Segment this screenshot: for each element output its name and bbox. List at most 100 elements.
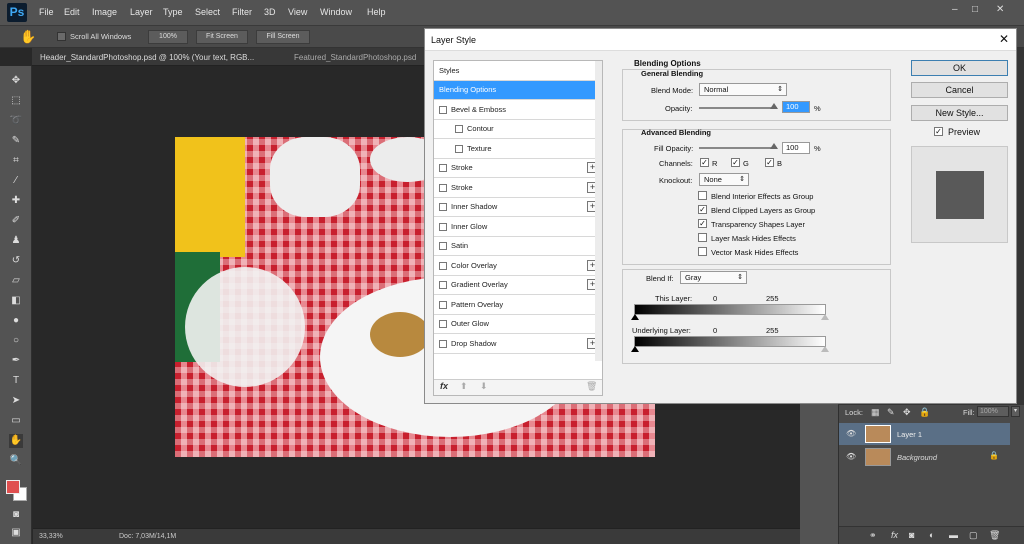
crop-tool-icon[interactable]: ⌗ xyxy=(9,154,23,168)
eyedropper-tool-icon[interactable]: ⁄ xyxy=(9,174,23,188)
menu-edit[interactable]: Edit xyxy=(64,7,80,17)
style-row-gradient-overlay[interactable]: Gradient Overlay + xyxy=(434,276,602,295)
brush-tool-icon[interactable]: ✐ xyxy=(9,214,23,228)
style-row-satin[interactable]: Satin xyxy=(434,237,602,256)
blend-mode-select[interactable]: Normal ⇕ xyxy=(699,83,787,96)
style-row-inner-shadow[interactable]: Inner Shadow + xyxy=(434,198,602,217)
style-row-drop-shadow[interactable]: Drop Shadow + xyxy=(434,335,602,354)
menu-layer[interactable]: Layer xyxy=(130,7,153,17)
quick-mask-icon[interactable]: ◙ xyxy=(9,508,23,522)
style-row-blending-options[interactable]: Blending Options xyxy=(434,81,602,100)
style-row-stroke[interactable]: Stroke + xyxy=(434,159,602,178)
screen-mode-icon[interactable]: ▣ xyxy=(9,526,23,540)
fill-opacity-slider-handle[interactable] xyxy=(770,143,778,149)
foreground-color-swatch[interactable] xyxy=(6,480,20,494)
menu-view[interactable]: View xyxy=(288,7,307,17)
fill-dropdown-icon[interactable]: ▾ xyxy=(1011,406,1020,417)
stamp-tool-icon[interactable]: ♟ xyxy=(9,234,23,248)
style-row-contour[interactable]: Contour xyxy=(434,120,602,139)
fit-screen-button[interactable]: Fit Screen xyxy=(196,30,248,44)
style-checkbox[interactable] xyxy=(439,300,447,309)
style-row-stroke[interactable]: Stroke + xyxy=(434,179,602,198)
style-checkbox[interactable] xyxy=(439,242,447,250)
preview-checkbox[interactable]: ✓ xyxy=(934,127,943,136)
add-mask-icon[interactable]: ◙ xyxy=(909,530,914,540)
advanced-option-checkbox[interactable] xyxy=(698,247,707,256)
style-row-bevel-emboss[interactable]: Bevel & Emboss xyxy=(434,101,602,120)
cancel-button[interactable]: Cancel xyxy=(911,82,1008,98)
adjustment-layer-icon[interactable]: ◐ xyxy=(929,530,934,540)
type-tool-icon[interactable]: T xyxy=(9,374,23,388)
style-checkbox[interactable] xyxy=(439,222,447,231)
menu-select[interactable]: Select xyxy=(195,7,220,17)
styles-header[interactable]: Styles xyxy=(434,61,602,81)
dialog-close-icon[interactable]: ✕ xyxy=(999,32,1009,46)
fx-icon[interactable]: fx xyxy=(440,381,448,391)
lock-position-icon[interactable]: ✥ xyxy=(903,407,911,418)
zoom-100-button[interactable]: 100% xyxy=(148,30,188,44)
lock-transparent-icon[interactable]: ▦ xyxy=(871,407,880,418)
opacity-input[interactable]: 100 xyxy=(782,101,810,113)
this-layer-white-handle[interactable] xyxy=(821,314,829,320)
layer-row-2[interactable]: 👁 Background 🔒 xyxy=(839,446,1010,468)
fill-screen-button[interactable]: Fill Screen xyxy=(256,30,310,44)
advanced-option-checkbox[interactable]: ✓ xyxy=(698,205,707,214)
add-style-icon[interactable]: fx xyxy=(891,530,898,540)
tab-featured-psd[interactable]: Featured_StandardPhotoshop.psd xyxy=(294,53,416,62)
style-checkbox[interactable] xyxy=(439,203,447,211)
channel-r-checkbox[interactable]: ✓ xyxy=(700,158,709,167)
history-brush-tool-icon[interactable]: ↺ xyxy=(9,254,23,268)
marquee-tool-icon[interactable]: ⬚ xyxy=(9,94,23,108)
maximize-button[interactable]: □ xyxy=(972,4,978,15)
style-row-color-overlay[interactable]: Color Overlay + xyxy=(434,257,602,276)
menu-image[interactable]: Image xyxy=(92,7,117,17)
move-up-icon[interactable]: ⬆ xyxy=(460,381,468,392)
rectangle-tool-icon[interactable]: ▭ xyxy=(9,414,23,428)
new-style-button[interactable]: New Style... xyxy=(911,105,1008,121)
style-checkbox[interactable] xyxy=(455,144,463,153)
close-window-button[interactable]: ✕ xyxy=(996,4,1004,15)
healing-tool-icon[interactable]: ✚ xyxy=(9,194,23,208)
menu-type[interactable]: Type xyxy=(163,7,183,17)
menu-filter[interactable]: Filter xyxy=(232,7,252,17)
menu-3d[interactable]: 3D xyxy=(264,7,276,17)
advanced-option-checkbox[interactable] xyxy=(698,233,707,242)
opacity-slider-handle[interactable] xyxy=(770,103,778,109)
layer-name[interactable]: Layer 1 xyxy=(897,430,922,439)
paint-bucket-tool-icon[interactable]: ◧ xyxy=(9,294,23,308)
delete-layer-icon[interactable]: 🗑 xyxy=(989,530,1000,541)
hand-tool-icon[interactable]: ✋ xyxy=(9,434,23,448)
trash-icon[interactable]: 🗑 xyxy=(586,381,597,392)
this-layer-black-handle[interactable] xyxy=(631,314,639,320)
advanced-option-checkbox[interactable] xyxy=(698,191,707,200)
style-checkbox[interactable] xyxy=(439,261,447,270)
underlying-black-handle[interactable] xyxy=(631,346,639,352)
layer-row-1[interactable]: 👁 Layer 1 xyxy=(839,423,1010,445)
channel-g-checkbox[interactable]: ✓ xyxy=(731,158,740,167)
visibility-eye-icon[interactable]: 👁 xyxy=(846,429,856,438)
channel-b-checkbox[interactable]: ✓ xyxy=(765,158,774,167)
lasso-tool-icon[interactable]: ➰ xyxy=(9,114,23,128)
pen-tool-icon[interactable]: ✒ xyxy=(9,354,23,368)
style-checkbox[interactable] xyxy=(439,320,447,328)
fill-opacity-slider-track[interactable] xyxy=(699,147,777,149)
style-row-pattern-overlay[interactable]: Pattern Overlay xyxy=(434,296,602,315)
style-checkbox[interactable] xyxy=(455,125,463,133)
styles-scrollbar[interactable] xyxy=(595,61,602,361)
visibility-eye-icon[interactable]: 👁 xyxy=(846,452,856,461)
scroll-all-checkbox[interactable] xyxy=(57,32,66,41)
fill-input[interactable]: 100% xyxy=(977,406,1009,417)
ok-button[interactable]: OK xyxy=(911,60,1008,76)
opacity-slider-track[interactable] xyxy=(699,107,777,109)
style-checkbox[interactable] xyxy=(439,339,447,348)
dodge-tool-icon[interactable]: ○ xyxy=(9,334,23,348)
blur-tool-icon[interactable]: ● xyxy=(9,314,23,328)
zoom-tool-icon[interactable]: 🔍 xyxy=(9,454,23,468)
style-row-outer-glow[interactable]: Outer Glow xyxy=(434,315,602,334)
layer-name[interactable]: Background xyxy=(897,453,937,462)
quick-select-tool-icon[interactable]: ✎ xyxy=(9,134,23,148)
move-tool-icon[interactable]: ✥ xyxy=(9,74,23,88)
advanced-option-checkbox[interactable]: ✓ xyxy=(698,219,707,228)
blend-if-select[interactable]: Gray ⇕ xyxy=(680,271,747,284)
fill-opacity-input[interactable]: 100 xyxy=(782,142,810,154)
